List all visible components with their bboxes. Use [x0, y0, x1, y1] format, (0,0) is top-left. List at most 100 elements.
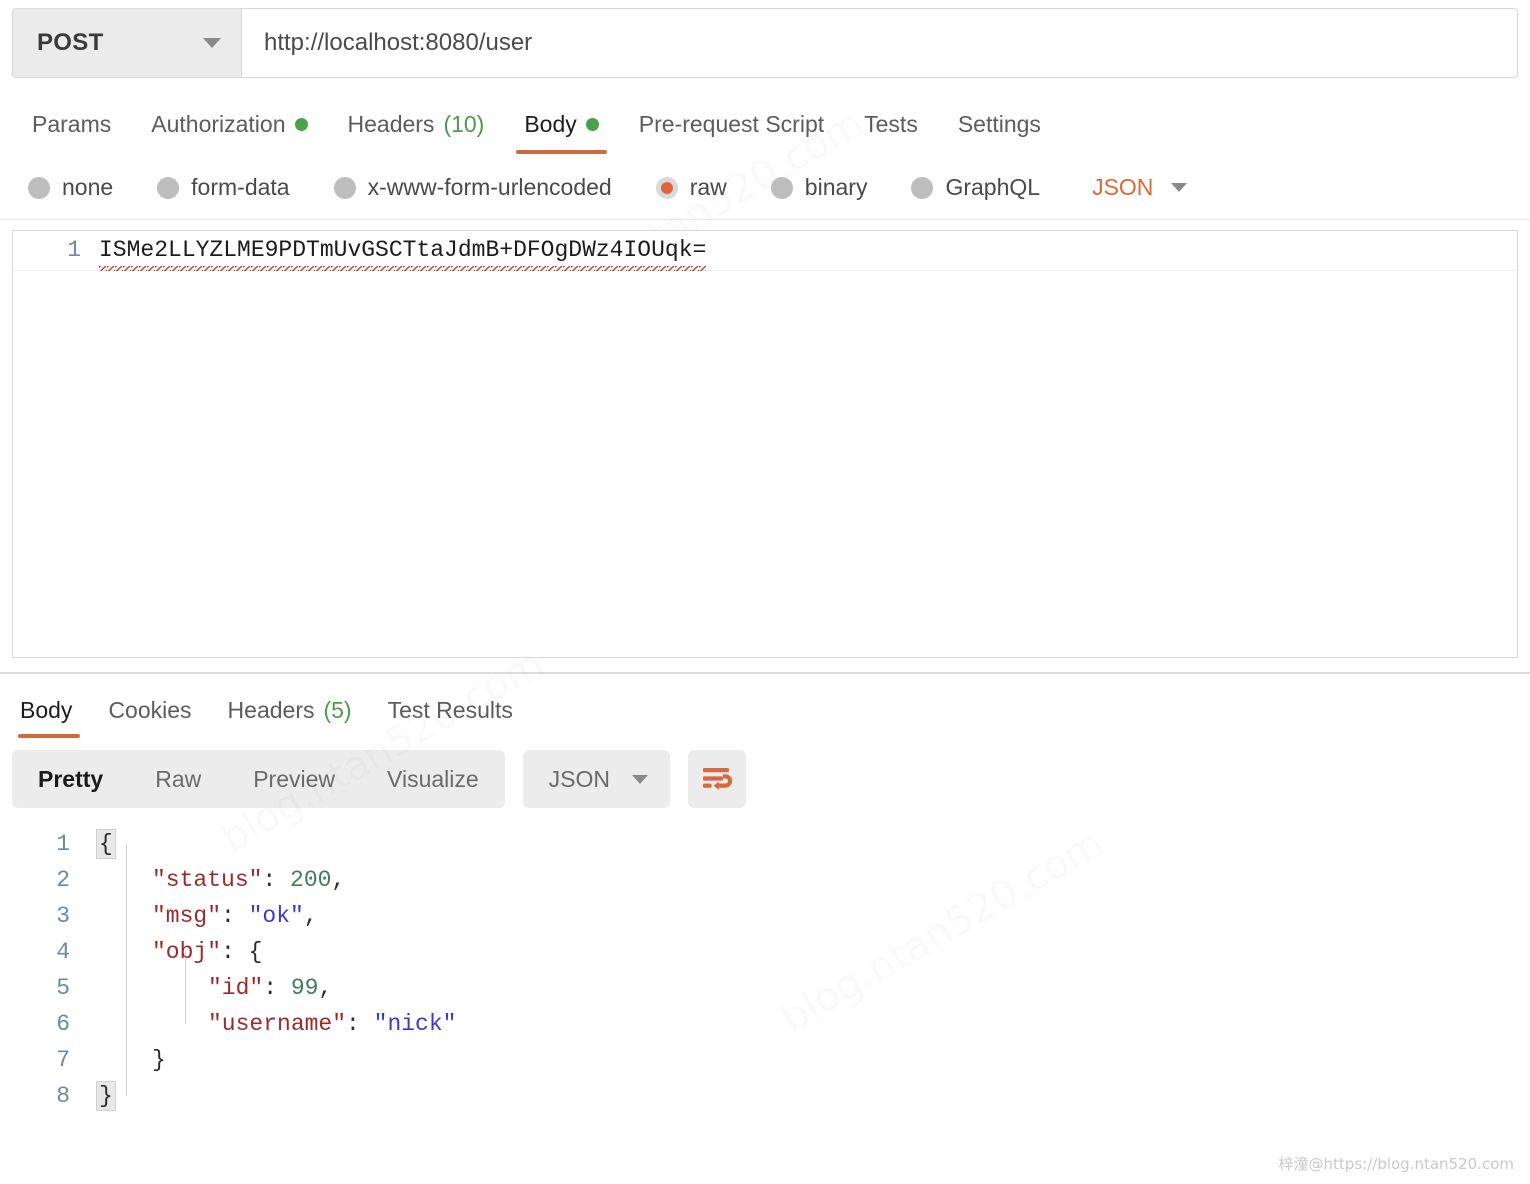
- wrap-text-icon: [700, 764, 734, 794]
- json-line-content: "username": "nick": [96, 1011, 456, 1037]
- view-mode-visualize[interactable]: Visualize: [361, 750, 505, 808]
- json-line: 8 }: [0, 1078, 1530, 1114]
- http-method-label: POST: [37, 29, 104, 57]
- tab-label: Headers: [228, 697, 315, 724]
- json-punct: ,: [318, 975, 332, 1001]
- chevron-down-icon: [632, 775, 648, 784]
- json-key: "msg": [152, 903, 221, 929]
- tab-label: Body: [524, 111, 576, 138]
- radio-label: x-www-form-urlencoded: [368, 174, 612, 201]
- json-string: "nick": [374, 1011, 457, 1037]
- json-line: 3 "msg": "ok",: [0, 898, 1530, 934]
- http-method-select[interactable]: POST: [13, 9, 242, 77]
- json-punct: :: [262, 867, 290, 893]
- line-number: 8: [0, 1083, 96, 1109]
- view-mode-raw[interactable]: Raw: [129, 750, 227, 808]
- radio-icon: [771, 177, 793, 199]
- tab-label: Params: [32, 111, 111, 138]
- tab-body[interactable]: Body: [504, 111, 618, 154]
- radio-label: GraphQL: [945, 174, 1040, 201]
- json-line-content: {: [96, 831, 116, 857]
- tab-label: Cookies: [108, 697, 191, 724]
- tab-params[interactable]: Params: [12, 111, 131, 154]
- radio-binary[interactable]: binary: [771, 174, 868, 201]
- radio-raw[interactable]: raw: [656, 174, 727, 201]
- tab-pre-request-script[interactable]: Pre-request Script: [619, 111, 844, 154]
- json-line-content: }: [96, 1047, 166, 1073]
- url-input[interactable]: http://localhost:8080/user: [264, 29, 532, 57]
- line-number: 5: [0, 975, 96, 1001]
- request-tabs: Params Authorization Headers (10) Body P…: [0, 92, 1530, 154]
- body-type-radio-group: none form-data x-www-form-urlencoded raw…: [0, 154, 1530, 201]
- response-view-mode-group: Pretty Raw Preview Visualize: [12, 750, 505, 808]
- url-input-wrapper[interactable]: http://localhost:8080/user: [242, 9, 1517, 77]
- response-tabs: Body Cookies Headers (5) Test Results: [0, 682, 1530, 738]
- json-line-content: "status": 200,: [96, 867, 345, 893]
- headers-count-badge: (10): [443, 111, 484, 138]
- json-line: 7 }: [0, 1042, 1530, 1078]
- json-line: 4 "obj": {: [0, 934, 1530, 970]
- request-body-value[interactable]: ISMe2LLYZLME9PDTmUvGSCTtaJdmB+DFOgDWz4IO…: [99, 231, 706, 269]
- response-body-viewer[interactable]: 1 { 2 "status": 200, 3 "msg": "ok", 4 "o…: [0, 826, 1530, 1114]
- json-brace: {: [249, 939, 263, 965]
- response-tab-test-results[interactable]: Test Results: [370, 697, 531, 738]
- json-number: 99: [291, 975, 319, 1001]
- editor-line[interactable]: 1 ISMe2LLYZLME9PDTmUvGSCTtaJdmB+DFOgDWz4…: [13, 231, 1517, 271]
- response-tab-body[interactable]: Body: [12, 697, 90, 738]
- tab-label: Pre-request Script: [639, 111, 824, 138]
- line-number: 1: [13, 231, 99, 269]
- json-line: 2 "status": 200,: [0, 862, 1530, 898]
- tab-label: Body: [20, 697, 72, 724]
- response-view-toolbar: Pretty Raw Preview Visualize JSON: [0, 738, 1530, 808]
- chevron-down-icon: [1171, 183, 1187, 192]
- json-line: 6 "username": "nick": [0, 1006, 1530, 1042]
- editor-line-content[interactable]: ISMe2LLYZLME9PDTmUvGSCTtaJdmB+DFOgDWz4IO…: [99, 231, 1517, 269]
- json-line-content: "obj": {: [96, 939, 262, 965]
- json-punct: :: [221, 939, 249, 965]
- wrap-text-button[interactable]: [688, 750, 746, 808]
- tab-label: Authorization: [151, 111, 285, 138]
- tab-label: Headers: [348, 111, 435, 138]
- response-tab-headers[interactable]: Headers (5): [210, 697, 370, 738]
- request-body-editor[interactable]: 1 ISMe2LLYZLME9PDTmUvGSCTtaJdmB+DFOgDWz4…: [12, 230, 1518, 658]
- radio-label: form-data: [191, 174, 289, 201]
- raw-format-label: JSON: [1092, 174, 1153, 201]
- page-watermark: 梓潼@https://blog.ntan520.com: [1279, 1153, 1514, 1174]
- line-number: 4: [0, 939, 96, 965]
- request-editor-top-divider: [0, 219, 1530, 220]
- headers-count-badge: (5): [323, 697, 351, 724]
- view-mode-preview[interactable]: Preview: [227, 750, 361, 808]
- response-tab-cookies[interactable]: Cookies: [90, 697, 209, 738]
- response-section-divider: [0, 672, 1530, 674]
- raw-format-select[interactable]: JSON: [1092, 174, 1187, 201]
- radio-icon: [28, 177, 50, 199]
- radio-form-data[interactable]: form-data: [157, 174, 289, 201]
- json-string: "ok": [249, 903, 304, 929]
- radio-icon: [157, 177, 179, 199]
- json-key: "id": [208, 975, 263, 1001]
- json-brace: }: [152, 1047, 166, 1073]
- radio-graphql[interactable]: GraphQL: [911, 174, 1040, 201]
- tab-authorization[interactable]: Authorization: [131, 111, 327, 154]
- request-url-bar: POST http://localhost:8080/user: [12, 8, 1518, 78]
- json-punct: :: [221, 903, 249, 929]
- tab-label: Test Results: [388, 697, 513, 724]
- tab-label: Tests: [864, 111, 918, 138]
- json-punct: :: [346, 1011, 374, 1037]
- tab-headers[interactable]: Headers (10): [328, 111, 505, 154]
- json-brace: {: [96, 829, 116, 859]
- radio-icon: [911, 177, 933, 199]
- chevron-down-icon: [203, 38, 221, 48]
- view-mode-pretty[interactable]: Pretty: [12, 750, 129, 808]
- radio-x-www-form-urlencoded[interactable]: x-www-form-urlencoded: [334, 174, 612, 201]
- radio-icon-selected: [656, 177, 678, 199]
- json-punct: ,: [331, 867, 345, 893]
- tab-tests[interactable]: Tests: [844, 111, 938, 154]
- status-dot-icon: [295, 118, 308, 131]
- radio-none[interactable]: none: [28, 174, 113, 201]
- tab-settings[interactable]: Settings: [938, 111, 1061, 154]
- response-format-select[interactable]: JSON: [523, 750, 670, 808]
- line-number: 3: [0, 903, 96, 929]
- radio-label: raw: [690, 174, 727, 201]
- json-punct: ,: [304, 903, 318, 929]
